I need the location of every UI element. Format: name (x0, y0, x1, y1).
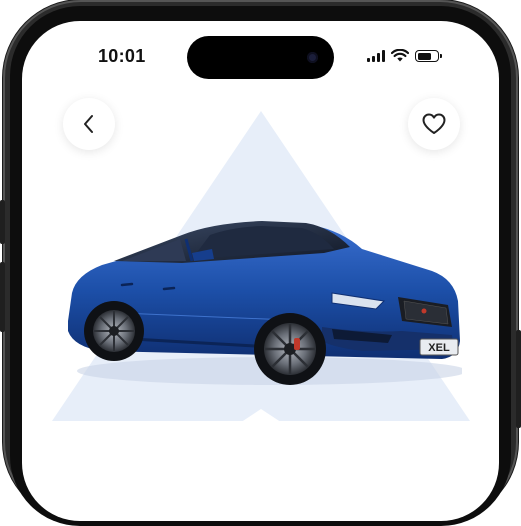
heart-outline-icon (422, 113, 446, 134)
front-camera (307, 52, 318, 63)
status-icons (367, 48, 442, 62)
cellular-signal-icon (367, 50, 385, 62)
wifi-icon (391, 49, 409, 62)
back-button[interactable] (63, 98, 115, 150)
volume-button (0, 262, 5, 332)
status-time: 10:01 (98, 46, 146, 66)
power-button (516, 330, 521, 428)
app-screen: 10:01 XEL (22, 21, 499, 521)
battery-icon (415, 50, 442, 62)
license-plate-text: XEL (428, 342, 450, 354)
chevron-left-icon (84, 115, 93, 133)
car-image: XEL (68, 221, 462, 385)
favorite-button[interactable] (408, 98, 460, 150)
dynamic-island (187, 36, 334, 79)
volume-button (0, 200, 5, 244)
